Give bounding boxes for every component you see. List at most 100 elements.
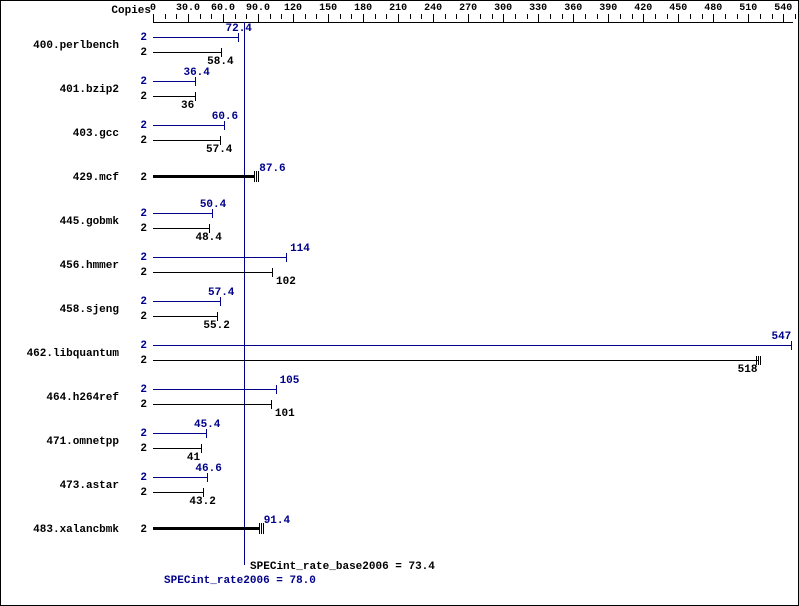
benchmark-name: 483.xalancbmk <box>1 524 119 536</box>
copies-base: 2 <box>119 91 147 103</box>
bar-peak <box>153 301 220 302</box>
bar-cap <box>261 523 262 534</box>
benchmark-row: 462.libquantum22547518 <box>1 333 798 377</box>
bar-peak <box>153 81 195 82</box>
axis-tick <box>772 14 773 19</box>
copies-peak: 2 <box>119 208 147 220</box>
axis-tick <box>527 14 528 19</box>
axis-tick <box>725 14 726 19</box>
axis-tick <box>176 14 177 19</box>
copies-peak: 2 <box>119 340 147 352</box>
axis-tick <box>480 14 481 19</box>
benchmark-name: 445.gobmk <box>1 216 119 228</box>
axis-tick <box>258 14 259 22</box>
axis-label: 330 <box>529 3 547 14</box>
bar-peak <box>153 345 791 346</box>
value-peak: 50.4 <box>200 199 226 211</box>
axis-label: 120 <box>284 3 302 14</box>
bar-base <box>153 272 272 273</box>
bar-peak <box>153 125 224 126</box>
copies-peak: 2 <box>119 296 147 308</box>
bar-cap <box>195 92 196 101</box>
axis-tick <box>305 14 306 19</box>
benchmark-name: 400.perlbench <box>1 40 119 52</box>
value-peak: 72.4 <box>226 23 252 35</box>
value-base: 58.4 <box>207 56 233 68</box>
bar-cap <box>271 400 272 409</box>
copies-base: 2 <box>119 47 147 59</box>
axis-tick <box>492 14 493 19</box>
benchmark-name: 456.hmmer <box>1 260 119 272</box>
score-base-label: SPECint_rate_base2006 = 73.4 <box>250 561 435 573</box>
bar-base <box>153 360 758 361</box>
bar-cap <box>758 356 759 365</box>
axis-tick <box>608 14 609 22</box>
axis-label: 210 <box>389 3 407 14</box>
bar-base <box>153 492 203 493</box>
axis-tick <box>246 14 247 19</box>
axis-label: 90.0 <box>246 3 270 14</box>
bar-cap <box>760 356 761 365</box>
bar-base <box>153 448 201 449</box>
copies-peak: 2 <box>119 32 147 44</box>
bar-base <box>153 404 271 405</box>
value-peak: 36.4 <box>183 67 209 79</box>
axis-label: 150 <box>319 3 337 14</box>
bar-base <box>153 316 217 317</box>
axis-tick <box>468 14 469 22</box>
axis-tick <box>585 14 586 19</box>
axis-tick <box>410 14 411 19</box>
benchmark-row: 400.perlbench2 2 72.4 58.4 <box>1 25 798 69</box>
axis-tick <box>538 14 539 22</box>
axis-tick <box>211 14 212 19</box>
copies-peak: 2 <box>119 428 147 440</box>
axis-tick <box>515 14 516 19</box>
axis-tick <box>573 14 574 22</box>
value-base: 43.2 <box>189 496 215 508</box>
axis-label: 240 <box>424 3 442 14</box>
benchmark-row: 445.gobmk2250.448.4 <box>1 201 798 245</box>
bar-peak <box>153 257 286 258</box>
benchmark-row: 458.sjeng2257.455.2 <box>1 289 798 333</box>
value-peak: 547 <box>771 331 791 343</box>
axis-tick <box>235 14 236 19</box>
axis-label: 180 <box>354 3 372 14</box>
axis-tick <box>667 14 668 19</box>
bar-peak <box>153 37 238 38</box>
bar-base <box>153 140 220 141</box>
copies-base: 2 <box>119 135 147 147</box>
value-base: 102 <box>276 276 296 288</box>
value-base: 518 <box>738 364 758 376</box>
axis-tick <box>188 14 189 22</box>
axis-label: 60.0 <box>211 3 235 14</box>
value-peak: 60.6 <box>212 111 238 123</box>
benchmark-row: 473.astar2246.643.2 <box>1 465 798 509</box>
axis-tick <box>702 14 703 19</box>
benchmark-name: 429.mcf <box>1 172 119 184</box>
axis-tick <box>165 14 166 19</box>
axis-tick <box>760 14 761 19</box>
copies-value: 2 <box>119 172 147 184</box>
bar-single <box>153 175 255 178</box>
axis-tick <box>351 14 352 19</box>
axis-tick <box>200 14 201 19</box>
value-peak: 105 <box>280 375 300 387</box>
axis-tick <box>153 14 154 22</box>
axis-tick <box>433 14 434 22</box>
axis-tick <box>270 14 271 19</box>
bar-cap <box>256 171 257 182</box>
value-base: 57.4 <box>206 144 232 156</box>
axis-tick <box>281 14 282 19</box>
axis-tick <box>375 14 376 19</box>
benchmark-name: 458.sjeng <box>1 304 119 316</box>
bar-cap <box>201 444 202 453</box>
copies-peak: 2 <box>119 120 147 132</box>
bar-peak <box>153 477 207 478</box>
axis-tick <box>363 14 364 22</box>
benchmark-row: 401.bzip22236.436 <box>1 69 798 113</box>
benchmark-name: 403.gcc <box>1 128 119 140</box>
axis-tick <box>223 14 224 22</box>
axis-tick <box>678 14 679 22</box>
value-peak: 45.4 <box>194 419 220 431</box>
axis-label: 480 <box>704 3 722 14</box>
